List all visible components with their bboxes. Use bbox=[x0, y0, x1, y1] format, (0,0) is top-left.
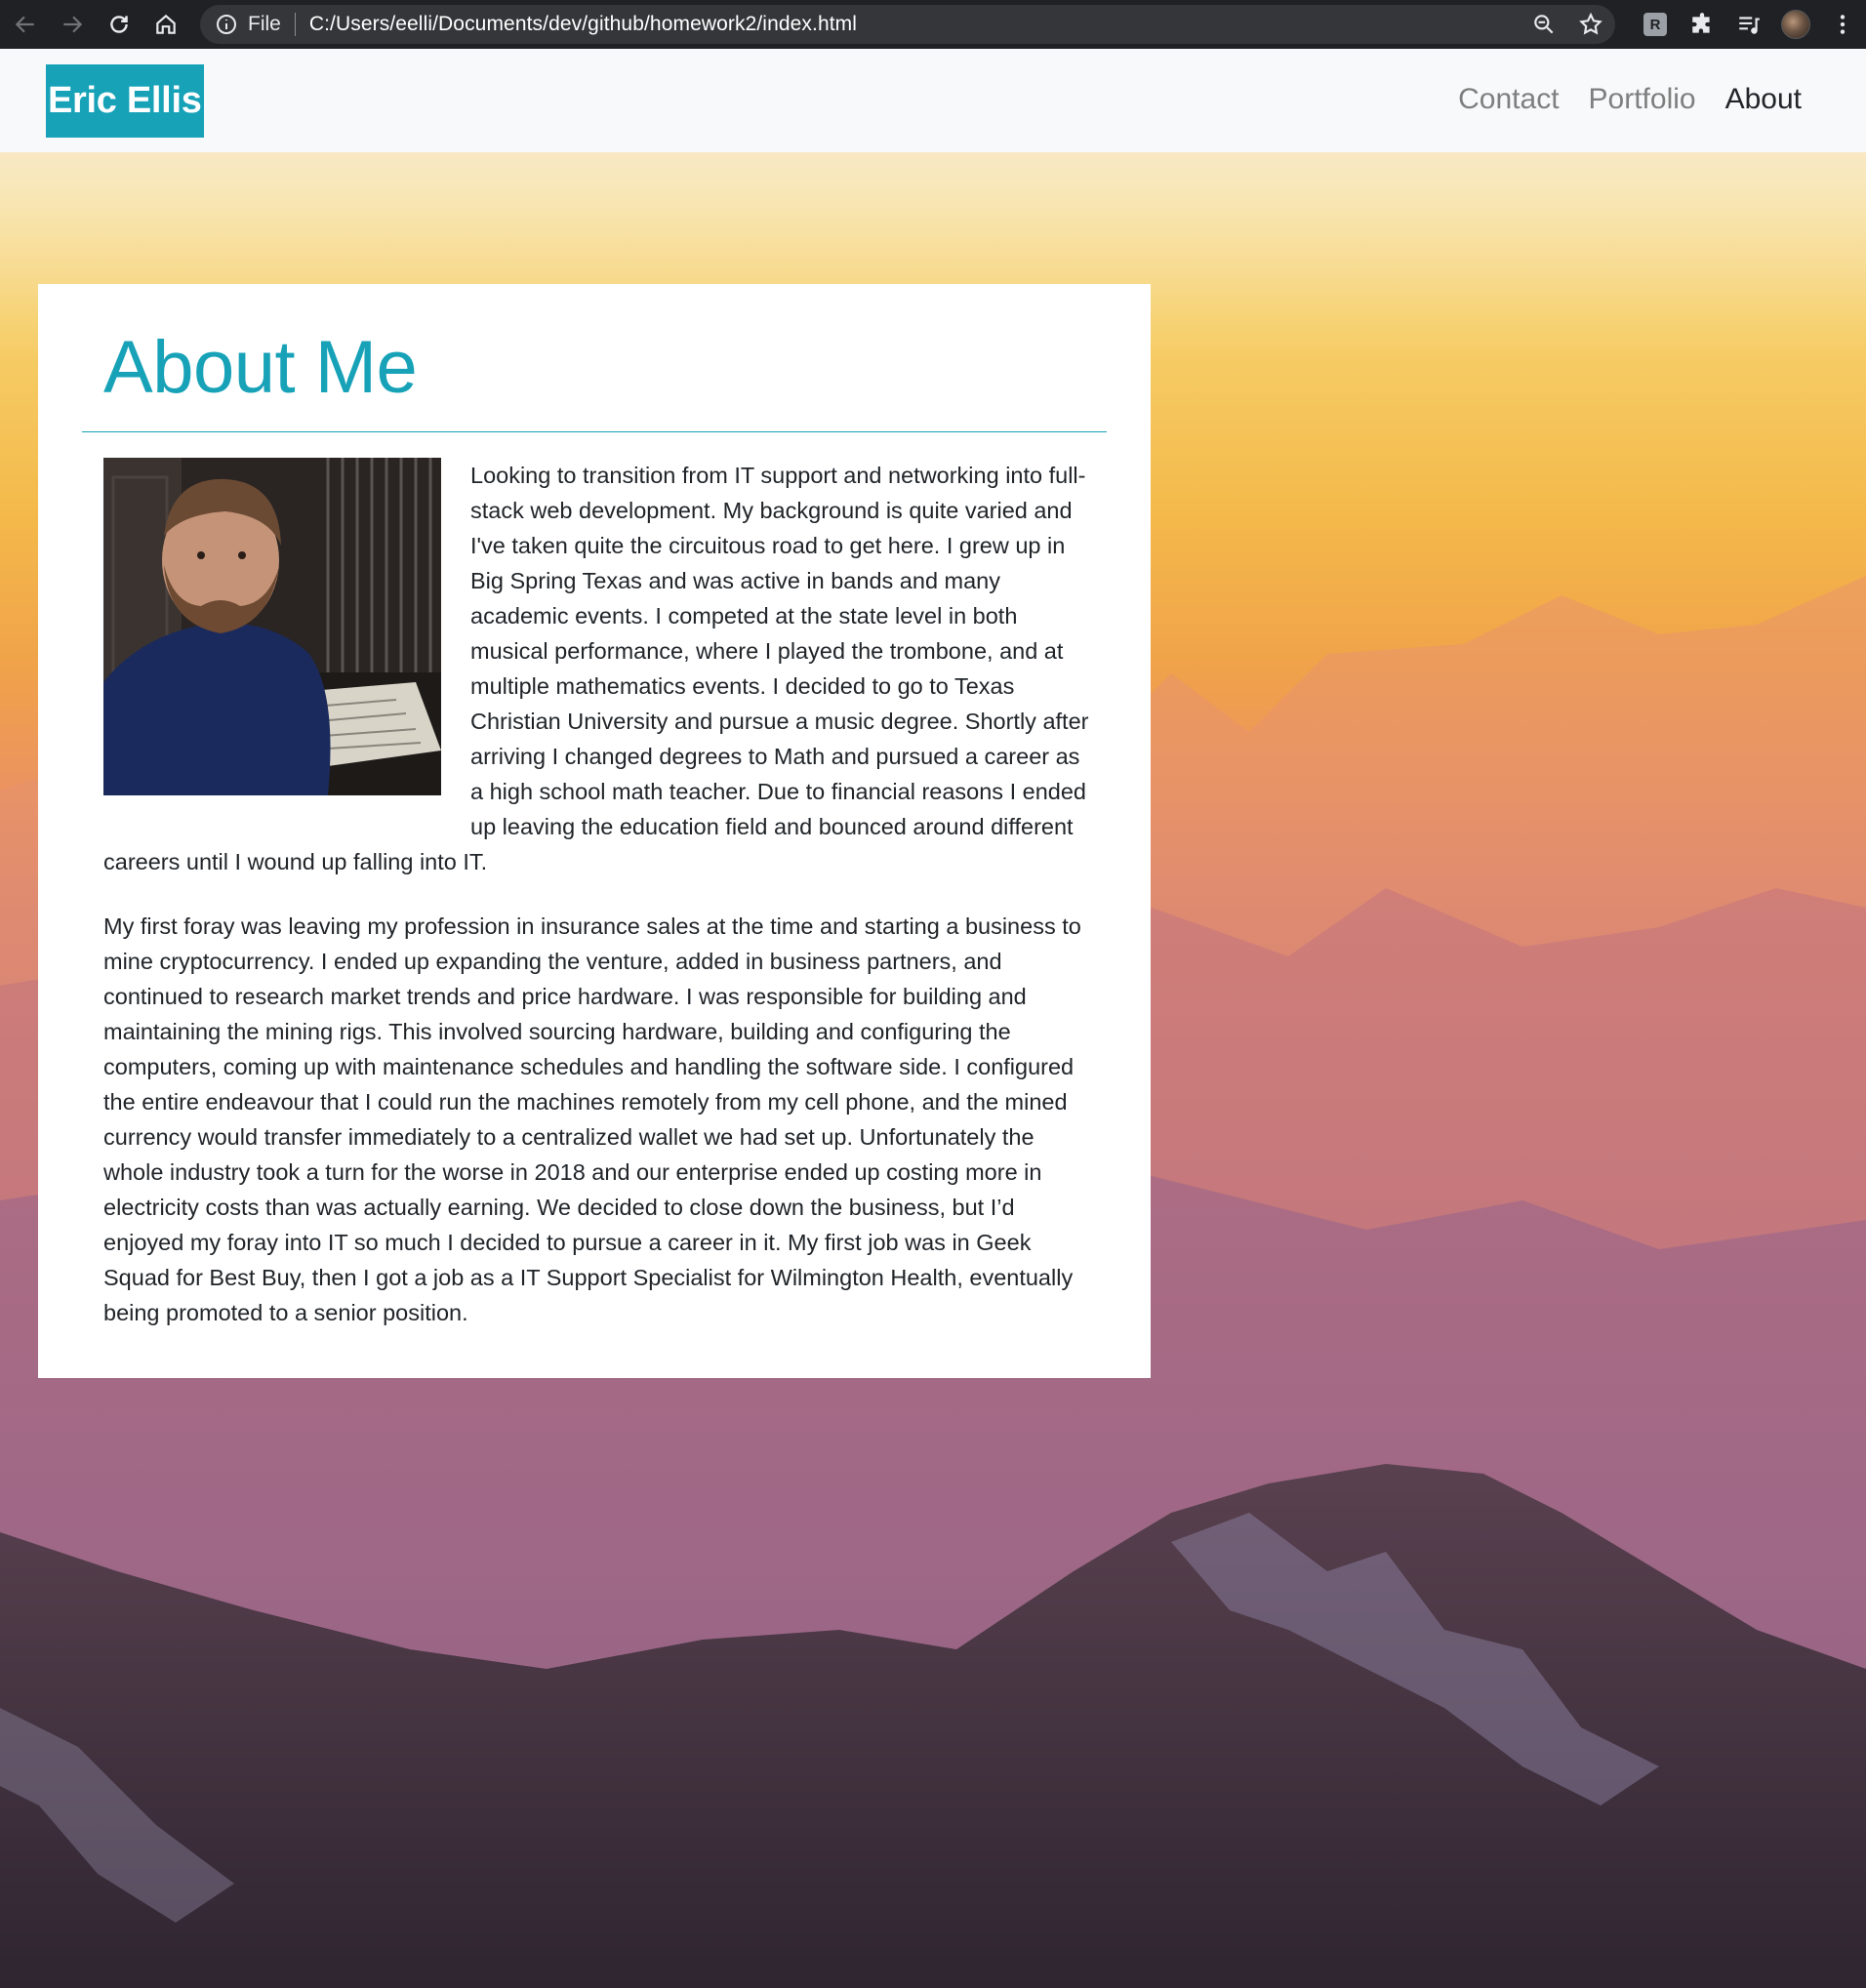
page-title: About Me bbox=[103, 326, 418, 409]
nav-link-about[interactable]: About bbox=[1725, 72, 1802, 127]
arrow-right-icon bbox=[63, 16, 83, 33]
site-navbar: Eric Ellis Contact Portfolio About bbox=[0, 49, 1866, 152]
media-control-button[interactable] bbox=[1725, 5, 1772, 44]
playlist-icon bbox=[1739, 17, 1760, 34]
puzzle-icon bbox=[1692, 13, 1710, 33]
profile-button[interactable] bbox=[1772, 5, 1819, 44]
info-icon[interactable] bbox=[215, 13, 238, 36]
extensions-button[interactable] bbox=[1679, 5, 1725, 44]
scheme-label: File bbox=[248, 13, 281, 35]
address-bar[interactable]: File C:/Users/eelli/Documents/dev/github… bbox=[200, 5, 1615, 44]
arrow-left-icon bbox=[15, 16, 34, 33]
forward-button[interactable] bbox=[51, 3, 94, 46]
star-icon[interactable] bbox=[1578, 12, 1603, 37]
extension-button[interactable]: R bbox=[1632, 5, 1679, 44]
browser-toolbar: File C:/Users/eelli/Documents/dev/github… bbox=[0, 0, 1866, 49]
zoom-icon[interactable] bbox=[1531, 12, 1557, 37]
profile-photo bbox=[103, 458, 441, 795]
divider bbox=[294, 13, 296, 36]
about-content: Looking to transition from IT support an… bbox=[103, 458, 1089, 1359]
about-card: About Me Looking to transition from IT s… bbox=[38, 284, 1151, 1378]
nav-link-portfolio[interactable]: Portfolio bbox=[1589, 72, 1696, 127]
profile-photo-image bbox=[103, 458, 441, 795]
nav-links: Contact Portfolio About bbox=[1458, 72, 1802, 127]
home-icon bbox=[156, 14, 176, 34]
heading-divider bbox=[82, 431, 1107, 432]
reload-icon bbox=[110, 16, 128, 33]
home-button[interactable] bbox=[144, 3, 187, 46]
more-vertical-icon bbox=[1840, 15, 1846, 34]
nav-link-contact[interactable]: Contact bbox=[1458, 72, 1559, 127]
brand-logo[interactable]: Eric Ellis bbox=[46, 64, 204, 138]
reload-button[interactable] bbox=[98, 3, 141, 46]
avatar bbox=[1781, 10, 1810, 39]
page-viewport: Eric Ellis Contact Portfolio About About… bbox=[0, 49, 1866, 1988]
extension-badge: R bbox=[1643, 13, 1667, 36]
url-text[interactable]: C:/Users/eelli/Documents/dev/github/home… bbox=[309, 13, 857, 36]
menu-button[interactable] bbox=[1819, 5, 1866, 44]
about-paragraph: My first foray was leaving my profession… bbox=[103, 913, 1081, 1325]
back-button[interactable] bbox=[4, 3, 47, 46]
